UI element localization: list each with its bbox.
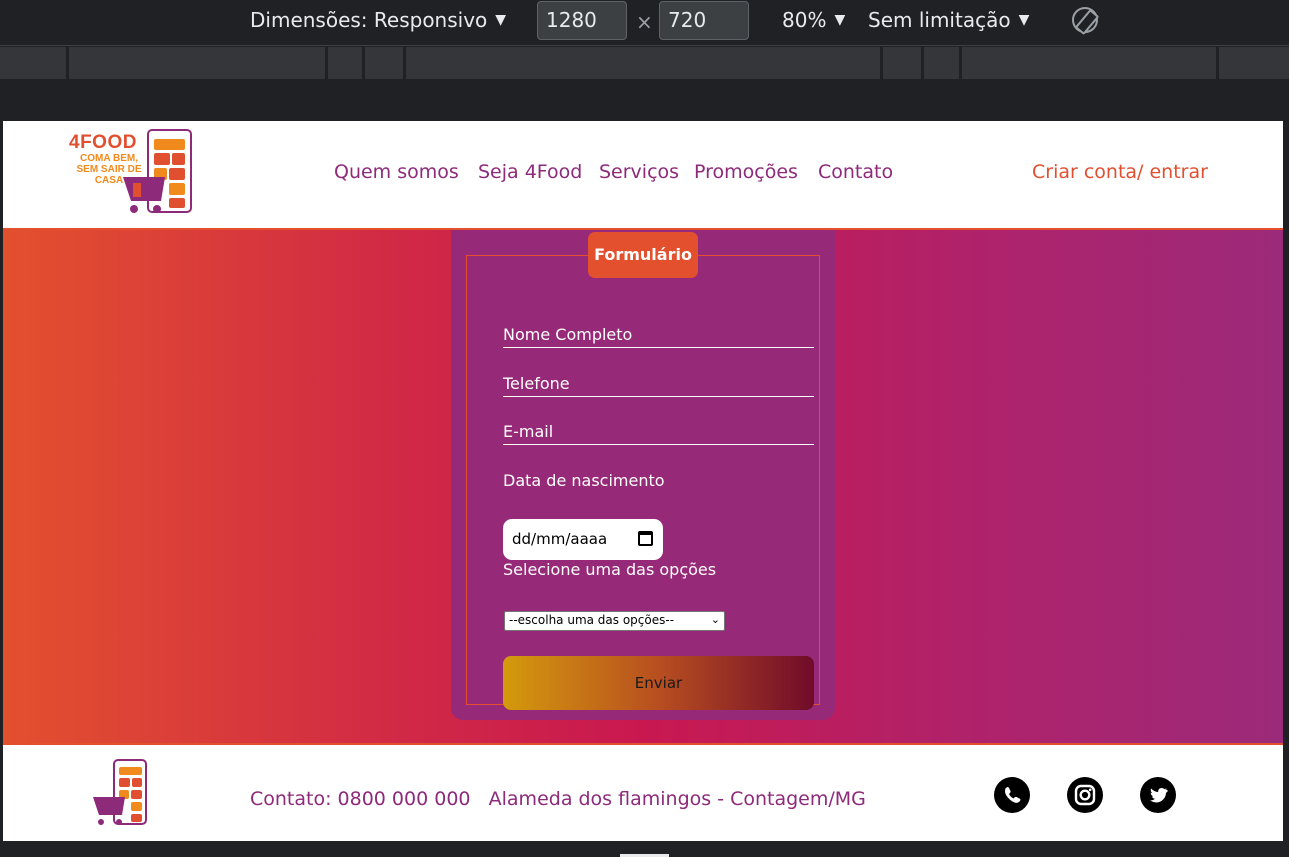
chevron-down-icon: ▼ [834, 12, 846, 28]
form-legend: Formulário [588, 232, 698, 278]
zoom-dropdown[interactable]: 80% ▼ [782, 8, 845, 32]
site-footer: Contato: 0800 000 000 Alameda dos flamin… [3, 745, 1283, 841]
login-link[interactable]: Criar conta/ entrar [1032, 161, 1208, 183]
nav-link-seja-4food[interactable]: Seja 4Food [478, 161, 582, 183]
email-field-label: E-mail [503, 422, 554, 441]
zoom-label: 80% [782, 8, 827, 32]
media-query-segment[interactable] [365, 47, 406, 79]
media-query-segment[interactable] [406, 47, 883, 79]
throttle-label: Sem limitação [868, 8, 1011, 32]
form-fieldset: Nome Completo Telefone E-mail Data de na… [466, 255, 820, 710]
device-toolbar: Dimensões: Responsivo ▼ 1280 × 720 80% ▼ S… [0, 0, 1289, 46]
email-field[interactable]: E-mail [503, 419, 814, 445]
birth-date-label: Data de nascimento [503, 471, 665, 490]
dimensions-label: Dimensões: Responsivo [250, 8, 488, 32]
whatsapp-icon[interactable] [994, 777, 1030, 813]
cart-icon [93, 797, 125, 825]
times-icon: × [636, 10, 653, 34]
chevron-down-icon: ⌄ [710, 613, 720, 626]
logo-tagline-line: SEM SAIR DE [76, 164, 142, 175]
phone-field[interactable]: Telefone [503, 371, 814, 397]
footer-address: Alameda dos flamingos - Contagem/MG [488, 788, 866, 810]
birth-date-placeholder: dd/mm/aaaa [512, 530, 608, 548]
chevron-down-icon: ▼ [495, 12, 507, 28]
media-query-segment[interactable] [924, 47, 962, 79]
hero-section: Nome Completo Telefone E-mail Data de na… [3, 228, 1283, 745]
logo-brand: 4FOOD [69, 132, 137, 153]
rotate-icon[interactable] [1072, 7, 1098, 33]
footer-contact: Contato: 0800 000 000 Alameda dos flamin… [250, 788, 866, 810]
twitter-icon[interactable] [1140, 777, 1176, 813]
nav-link-servicos[interactable]: Serviços [599, 161, 679, 183]
media-query-segment[interactable] [328, 47, 365, 79]
width-input[interactable]: 1280 [537, 1, 627, 40]
bottom-bar [0, 841, 1289, 857]
form-card: Nome Completo Telefone E-mail Data de na… [451, 230, 835, 720]
nav-link-contato[interactable]: Contato [818, 161, 893, 183]
name-field-label: Nome Completo [503, 325, 633, 344]
name-field[interactable]: Nome Completo [503, 322, 814, 348]
birth-date-input[interactable]: dd/mm/aaaa [503, 519, 663, 560]
site-header: 4FOOD COMA BEM, SEM SAIR DE CASA Quem so… [3, 121, 1283, 228]
chevron-down-icon: ▼ [1018, 12, 1030, 28]
media-query-segment[interactable] [0, 47, 69, 79]
footer-logo[interactable] [91, 759, 151, 829]
select-label: Selecione uma das opções [503, 560, 717, 579]
height-input[interactable]: 720 [659, 1, 749, 40]
throttle-dropdown[interactable]: Sem limitação ▼ [868, 8, 1029, 32]
phone-field-label: Telefone [503, 374, 570, 393]
media-query-segment[interactable] [69, 47, 328, 79]
dimensions-dropdown[interactable]: Dimensões: Responsivo ▼ [250, 8, 506, 32]
calendar-icon[interactable] [638, 531, 653, 546]
page-viewport: 4FOOD COMA BEM, SEM SAIR DE CASA Quem so… [3, 121, 1283, 841]
media-query-segment[interactable] [1219, 47, 1289, 79]
logo[interactable]: 4FOOD COMA BEM, SEM SAIR DE CASA [69, 129, 194, 215]
logo-tagline-line: COMA BEM, [80, 153, 138, 164]
options-select-value: --escolha uma das opções-- [509, 613, 675, 627]
media-query-segment[interactable] [962, 47, 1219, 79]
media-query-bar [0, 47, 1289, 79]
nav-link-promocoes[interactable]: Promoções [694, 161, 798, 183]
submit-button[interactable]: Enviar [503, 656, 814, 710]
media-query-segment[interactable] [883, 47, 924, 79]
instagram-icon[interactable] [1067, 777, 1103, 813]
nav-link-quem-somos[interactable]: Quem somos [334, 161, 459, 183]
options-select[interactable]: --escolha uma das opções-- ⌄ [504, 611, 725, 631]
cart-icon [123, 177, 165, 213]
footer-phone: Contato: 0800 000 000 [250, 788, 471, 810]
